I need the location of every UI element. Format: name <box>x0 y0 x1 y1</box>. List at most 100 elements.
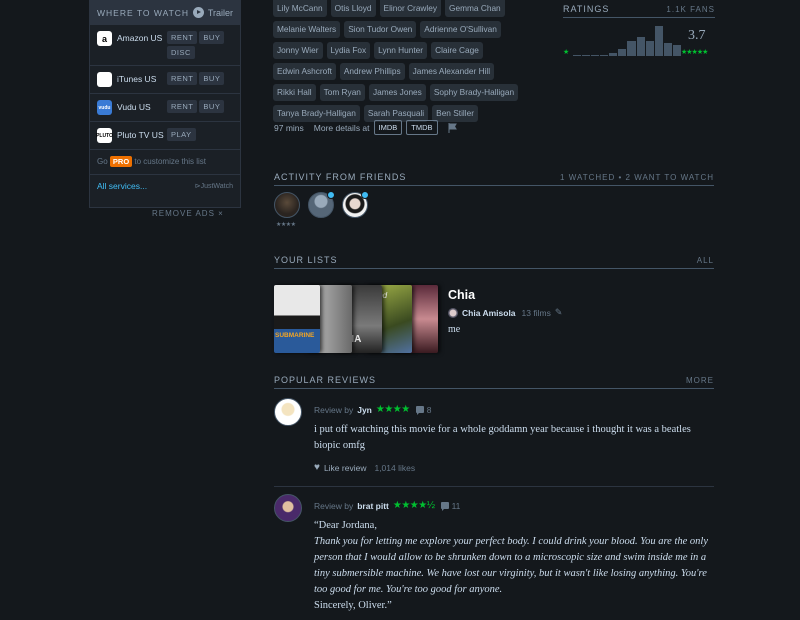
comment-count: 8 <box>426 404 432 415</box>
cast-tag[interactable]: Andrew Phillips <box>339 63 405 80</box>
flag-icon[interactable] <box>448 122 458 133</box>
cast-tag[interactable]: Melanie Walters <box>273 21 341 38</box>
justwatch-link[interactable]: ⊳JustWatch <box>195 182 233 190</box>
cast-tag[interactable]: James Alexander Hill <box>408 63 495 80</box>
friends-title: ACTIVITY FROM FRIENDS <box>274 172 407 182</box>
service-name[interactable]: Vudu US <box>117 102 167 112</box>
owner-name[interactable]: Chia Amisola <box>462 308 516 318</box>
more-details-label: More details at <box>313 122 370 133</box>
runtime: 97 mins <box>274 122 304 133</box>
go-label: Go <box>97 157 108 166</box>
review-username[interactable]: brat pitt <box>357 501 389 511</box>
histogram-bar[interactable] <box>627 41 636 56</box>
review-username[interactable]: Jyn <box>357 405 372 415</box>
watchlist-dot-icon <box>361 191 369 199</box>
cast-tag[interactable]: Lily McCann <box>273 0 327 17</box>
service-row-vudu: vudu Vudu US RENT BUY <box>90 94 240 122</box>
service-name[interactable]: Pluto TV US <box>117 130 167 140</box>
pro-badge[interactable]: PRO <box>109 156 133 167</box>
play-icon <box>192 7 204 18</box>
friend-avatar[interactable] <box>308 191 335 218</box>
service-name[interactable]: Amazon US <box>117 33 167 43</box>
review-by-label: Review by <box>314 404 354 415</box>
cast-tag[interactable]: Otis Lloyd <box>330 0 376 17</box>
friends-summary-link[interactable]: 1 WATCHED • 2 WANT TO WATCH <box>560 173 714 182</box>
rent-button[interactable]: RENT <box>167 72 198 85</box>
avatar[interactable] <box>448 307 458 318</box>
more-reviews-link[interactable]: MORE <box>686 376 714 385</box>
buy-button[interactable]: BUY <box>199 100 225 113</box>
rent-button[interactable]: RENT <box>167 100 198 113</box>
buy-button[interactable]: BUY <box>199 31 225 44</box>
comments-link[interactable]: 8 <box>415 404 432 415</box>
histogram-bar[interactable] <box>654 26 663 56</box>
cast-tag[interactable]: Lydia Fox <box>326 42 371 59</box>
comment-count: 11 <box>451 500 461 511</box>
amazon-icon: a <box>97 31 112 46</box>
cast-tag[interactable]: Edwin Ashcroft <box>273 63 336 80</box>
list-description: me <box>448 324 461 335</box>
avatar[interactable] <box>274 398 302 426</box>
like-count[interactable]: 1,014 likes <box>374 463 415 473</box>
avatar[interactable] <box>274 494 302 522</box>
film-meta: 97 mins More details at IMDB TMDB <box>274 120 458 135</box>
reviews-title: POPULAR REVIEWS <box>274 375 377 385</box>
film-count: 13 films <box>521 307 551 318</box>
review-text[interactable]: i put off watching this movie for a whol… <box>314 422 714 454</box>
cast-list: Lily McCann Otis Lloyd Elinor Crawley Gemma… <box>273 0 523 122</box>
lists-title: YOUR LISTS <box>274 255 338 265</box>
fans-link[interactable]: 1.1K FANS <box>666 5 715 14</box>
cast-tag[interactable]: James Jones <box>368 84 426 101</box>
cast-tag[interactable]: Sion Tudor Owen <box>344 21 417 38</box>
imdb-button[interactable]: IMDB <box>373 120 403 135</box>
histogram-bar[interactable] <box>609 53 618 56</box>
cast-tag[interactable]: Tom Ryan <box>319 84 365 101</box>
like-review-button[interactable]: Like review <box>324 463 367 473</box>
watchlist-dot-icon <box>327 191 335 199</box>
comments-link[interactable]: 11 <box>440 500 461 511</box>
histogram-bar[interactable] <box>618 49 627 56</box>
remove-ads-link[interactable]: REMOVE ADS × <box>152 209 224 218</box>
all-lists-link[interactable]: ALL <box>697 256 714 265</box>
reviews-section-header: POPULAR REVIEWS MORE <box>274 375 714 389</box>
rent-button[interactable]: RENT <box>167 31 198 44</box>
buy-button[interactable]: BUY <box>199 72 225 85</box>
play-button[interactable]: PLAY <box>167 128 196 141</box>
histogram-bar[interactable] <box>663 43 672 56</box>
cast-tag[interactable]: Adrienne O'Sullivan <box>420 21 501 38</box>
list-posters[interactable]: SUBMARINE OMA Hood <box>274 285 438 353</box>
list-title[interactable]: Chia <box>448 288 475 302</box>
histogram-bar[interactable] <box>672 45 681 56</box>
histogram-bar[interactable] <box>573 55 582 56</box>
review-byline: Review by brat pitt ★★★★½ 11 <box>314 500 460 511</box>
average-rating[interactable]: 3.7 <box>688 28 706 44</box>
all-services-link[interactable]: All services... <box>97 181 147 191</box>
friends-avatars <box>274 191 369 218</box>
review-byline: Review by Jyn ★★★★ 8 <box>314 404 431 415</box>
histogram-bar[interactable] <box>600 54 609 56</box>
histogram-bar[interactable] <box>591 55 600 56</box>
disc-button[interactable]: DISC <box>167 46 195 59</box>
cast-tag[interactable]: Claire Cage <box>431 42 483 59</box>
histogram-bar[interactable] <box>645 41 654 56</box>
heart-icon[interactable]: ♥ <box>314 462 320 473</box>
cast-tag[interactable]: Elinor Crawley <box>379 0 442 17</box>
comment-icon <box>440 502 449 511</box>
histogram-bar[interactable] <box>582 55 591 56</box>
trailer-label: Trailer <box>207 7 233 18</box>
cast-tag[interactable]: Jonny Wier <box>273 42 323 59</box>
cast-tag[interactable]: Lynn Hunter <box>374 42 428 59</box>
review-text[interactable]: “Dear Jordana, Thank you for letting me … <box>314 518 714 614</box>
friend-avatar[interactable] <box>274 192 300 218</box>
friend-avatar[interactable] <box>342 191 369 218</box>
service-name[interactable]: iTunes US <box>117 74 167 84</box>
tmdb-button[interactable]: TMDB <box>406 120 438 135</box>
pencil-icon[interactable]: ✎ <box>555 307 563 318</box>
cast-tag[interactable]: Sophy Brady-Halligan <box>429 84 519 101</box>
like-row: ♥ Like review 1,014 likes <box>314 462 415 473</box>
trailer-button[interactable]: Trailer <box>192 7 233 18</box>
service-row-itunes: iTunes US RENT BUY <box>90 66 240 94</box>
cast-tag[interactable]: Rikki Hall <box>273 84 316 101</box>
cast-tag[interactable]: Gemma Chan <box>445 0 505 17</box>
histogram-bar[interactable] <box>636 37 645 56</box>
